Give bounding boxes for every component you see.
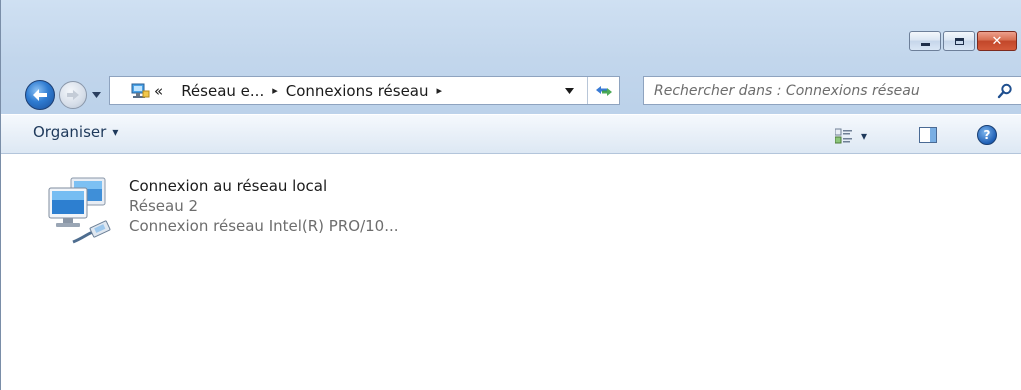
search-button[interactable] bbox=[995, 82, 1015, 100]
device-name: Connexion réseau Intel(R) PRO/10... bbox=[129, 217, 399, 235]
views-dropdown-icon[interactable]: ▾ bbox=[861, 129, 867, 143]
minimize-button[interactable] bbox=[909, 31, 941, 51]
minimize-icon bbox=[920, 42, 930, 46]
maximize-icon bbox=[954, 37, 964, 45]
item-details: Connexion au réseau local Réseau 2 Conne… bbox=[129, 172, 399, 252]
connection-name: Connexion au réseau local bbox=[129, 177, 328, 195]
back-button[interactable] bbox=[25, 80, 55, 110]
search-input[interactable] bbox=[652, 81, 986, 100]
search-icon bbox=[997, 83, 1012, 99]
network-folder-icon bbox=[130, 82, 150, 100]
breadcrumb-separator-icon[interactable]: ▸ bbox=[272, 84, 278, 97]
command-bar: Organiser ▾ ▾ ? bbox=[1, 114, 1021, 154]
network-name: Réseau 2 bbox=[129, 197, 199, 215]
chevron-down-icon bbox=[564, 88, 574, 94]
network-connection-icon bbox=[43, 172, 119, 252]
chevron-down-icon bbox=[91, 92, 101, 98]
forward-arrow-icon bbox=[67, 90, 79, 100]
navigation-bar: « Réseau e... ▸ Connexions réseau ▸ bbox=[1, 68, 1021, 110]
refresh-button[interactable] bbox=[587, 77, 619, 104]
explorer-window: ✕ « Réseau e... ▸ Connexions réseau ▸ Re… bbox=[0, 0, 1021, 390]
file-list: Connexion au réseau local Réseau 2 Conne… bbox=[1, 154, 1021, 390]
close-button[interactable]: ✕ bbox=[977, 31, 1017, 51]
breadcrumb-item-reseau[interactable]: Réseau e... bbox=[181, 82, 264, 100]
organize-button[interactable]: Organiser ▾ bbox=[33, 123, 118, 141]
views-icon bbox=[835, 128, 852, 144]
change-view-button[interactable]: ▾ bbox=[835, 126, 885, 146]
breadcrumb-item-connexions[interactable]: Connexions réseau bbox=[286, 82, 429, 100]
caption-buttons: ✕ bbox=[909, 31, 1017, 51]
organize-label: Organiser bbox=[33, 123, 107, 141]
chevron-down-icon: ▾ bbox=[112, 125, 119, 139]
address-dropdown-button[interactable] bbox=[564, 86, 574, 96]
recent-pages-button[interactable] bbox=[91, 90, 101, 100]
list-item[interactable]: Connexion au réseau local Réseau 2 Conne… bbox=[43, 172, 399, 252]
breadcrumb-overflow[interactable]: « bbox=[154, 82, 163, 100]
close-icon: ✕ bbox=[991, 33, 1003, 49]
back-arrow-icon bbox=[33, 89, 47, 101]
preview-pane-button[interactable] bbox=[919, 127, 937, 143]
search-box bbox=[643, 76, 1021, 105]
help-button[interactable]: ? bbox=[977, 125, 997, 145]
forward-button[interactable] bbox=[59, 81, 87, 109]
help-icon: ? bbox=[983, 128, 991, 142]
breadcrumb-separator-icon[interactable]: ▸ bbox=[437, 84, 443, 97]
maximize-button[interactable] bbox=[943, 31, 975, 51]
address-bar[interactable]: « Réseau e... ▸ Connexions réseau ▸ bbox=[109, 76, 620, 105]
refresh-icon bbox=[595, 85, 612, 96]
